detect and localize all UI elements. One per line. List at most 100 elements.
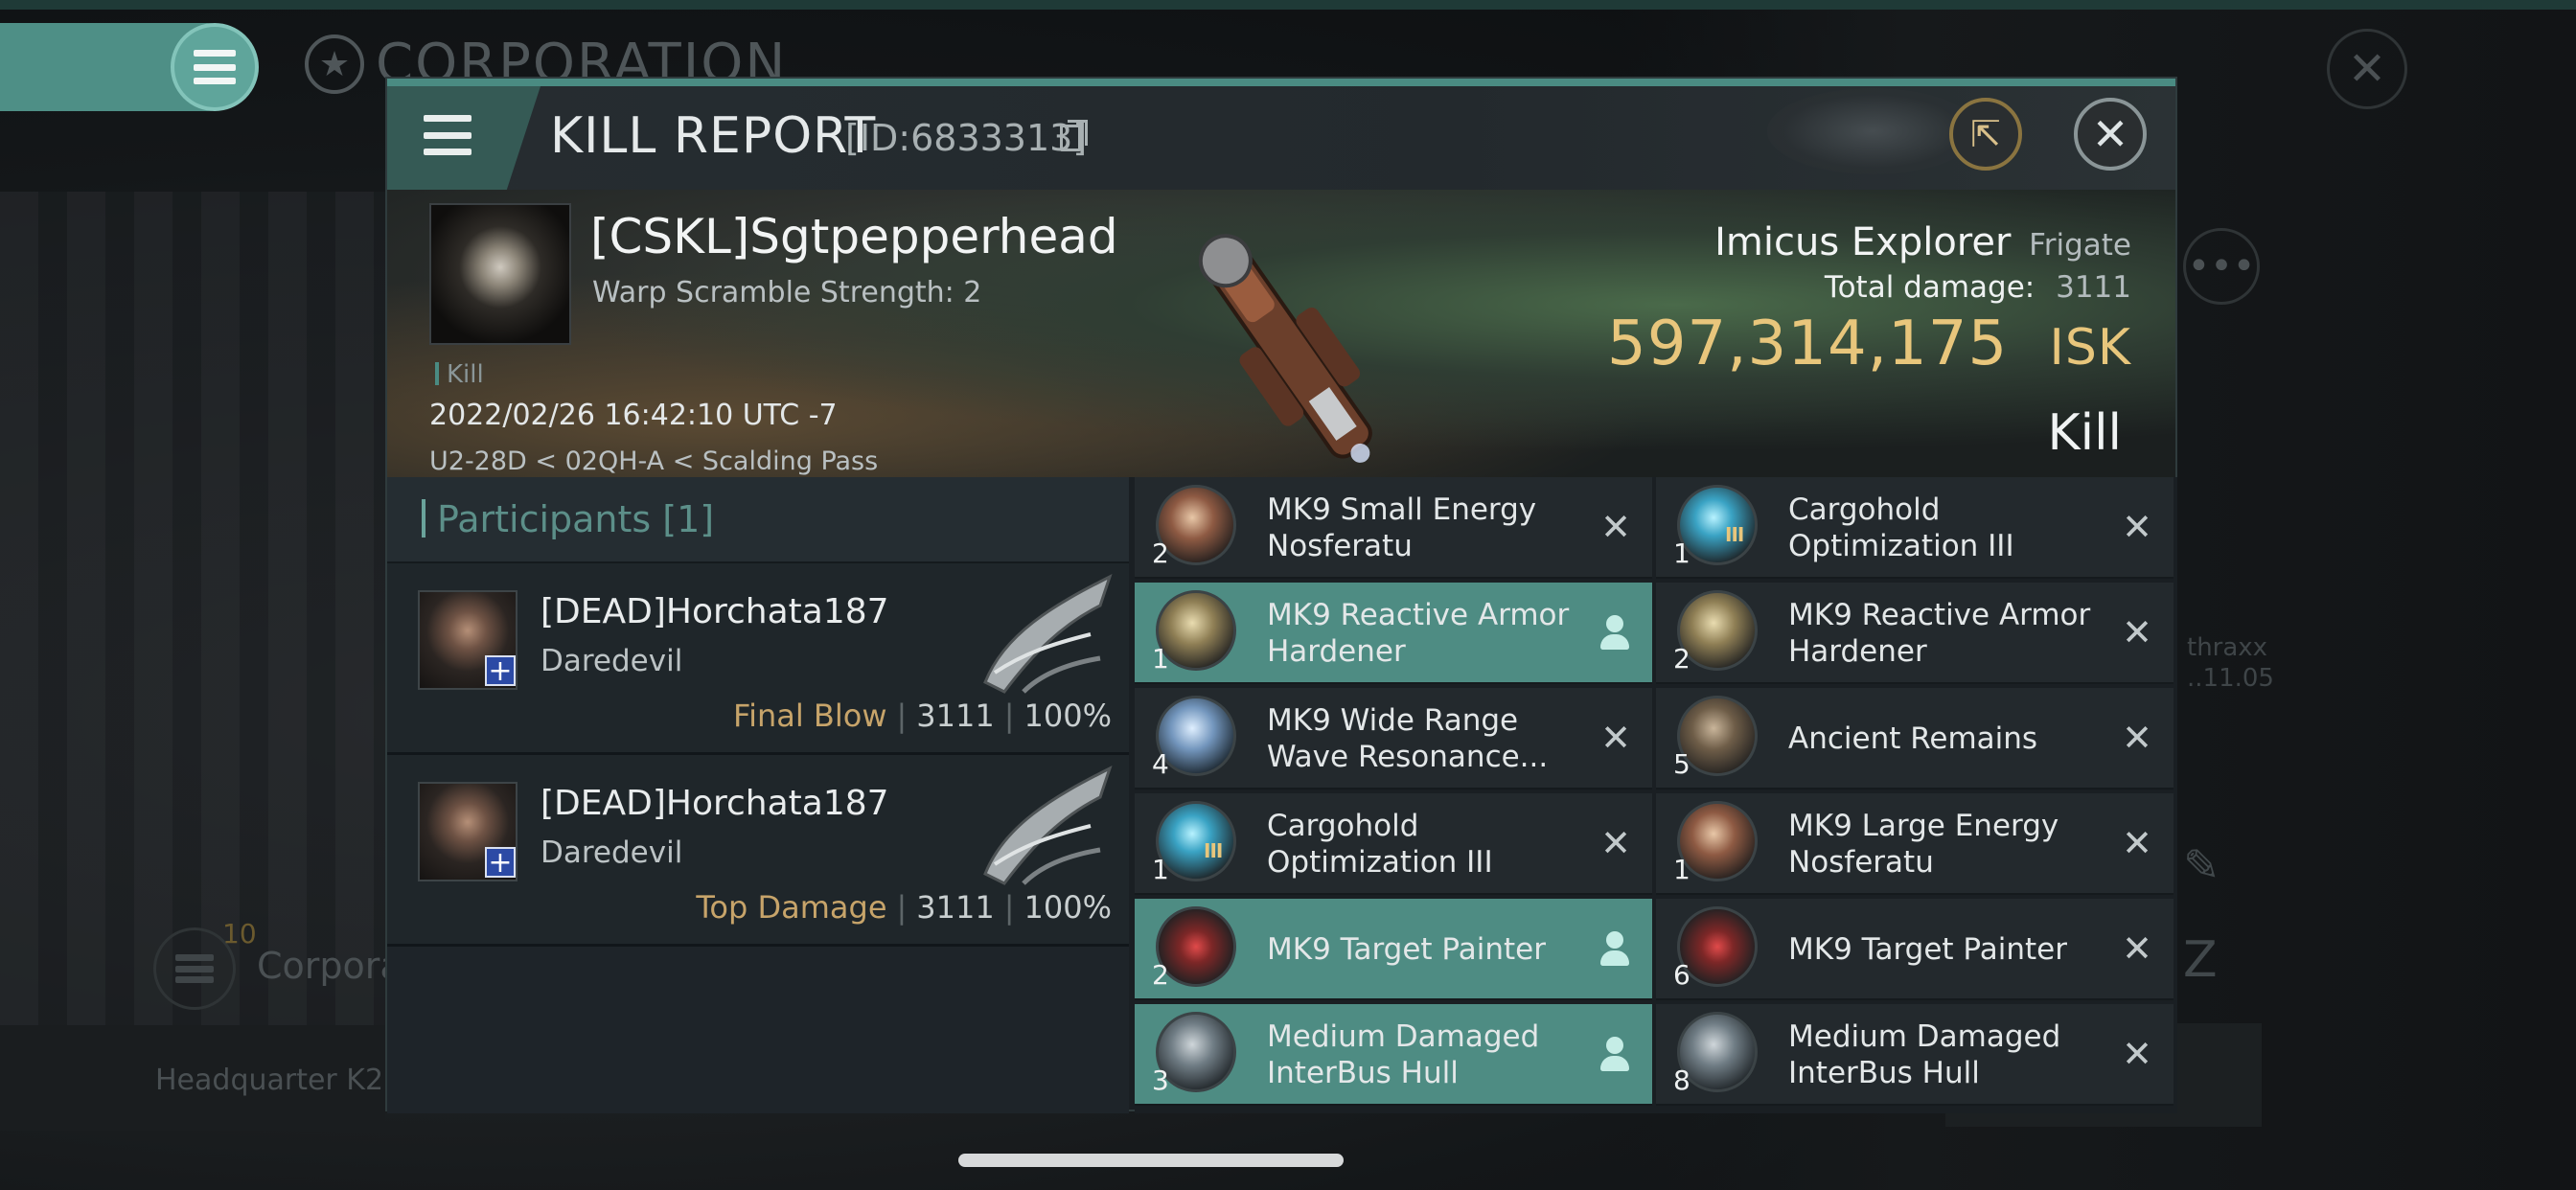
main-menu-button[interactable] xyxy=(171,23,259,111)
destroyed-icon: ✕ xyxy=(2122,506,2152,548)
victim-portrait[interactable] xyxy=(429,203,571,345)
destroyed-icon: ✕ xyxy=(2122,611,2152,653)
item-name: MK9 Large Energy Nosferatu xyxy=(1788,809,2059,880)
attacker-tag: Top Damage xyxy=(696,889,887,926)
item-name: Medium Damaged InterBus Hull xyxy=(1267,1019,1540,1090)
share-icon: ⇱ xyxy=(1970,113,2001,155)
destroyed-icon: ✕ xyxy=(2122,927,2152,970)
person-icon xyxy=(1598,1037,1631,1075)
edit-icon[interactable]: ✎ xyxy=(2183,839,2220,891)
corporation-count: 10 xyxy=(222,918,257,950)
item-name: MK9 Target Painter xyxy=(1788,932,2067,967)
background-side-text: thraxx ..11.05 xyxy=(2187,632,2274,694)
ship-image xyxy=(1198,234,1372,463)
item-row[interactable]: 2 MK9 Reactive Armor Hardener ✕ xyxy=(1656,583,2174,684)
item-row[interactable]: 6 MK9 Target Painter ✕ xyxy=(1656,899,2174,1000)
item-row[interactable]: III 1 Cargohold Optimization III ✕ xyxy=(1135,793,1652,895)
participant-row[interactable]: + [DEAD]Horchata187 Daredevil Top Damage… xyxy=(387,755,1129,947)
total-damage-line: Total damage: 3111 xyxy=(1825,270,2131,305)
item-name: MK9 Wide Range Wave Resonance... xyxy=(1267,703,1549,774)
item-name: MK9 Reactive Armor Hardener xyxy=(1788,598,2091,669)
participant-row[interactable]: + [DEAD]Horchata187 Daredevil Final Blow… xyxy=(387,563,1129,755)
attacker-ship: Daredevil xyxy=(540,835,683,870)
item-name: MK9 Small Energy Nosferatu xyxy=(1267,492,1537,563)
sleep-settings-icon[interactable]: Z xyxy=(2183,931,2218,989)
attacker-tag: Final Blow xyxy=(733,698,887,734)
destroyed-icon: ✕ xyxy=(2122,717,2152,759)
destroyed-icon: ✕ xyxy=(2122,822,2152,864)
warp-scramble-strength: Warp Scramble Strength: 2 xyxy=(592,276,982,309)
plus-icon[interactable]: + xyxy=(485,847,516,878)
side-text-1: thraxx xyxy=(2187,633,2268,662)
background-close-icon[interactable]: ✕ xyxy=(2327,29,2407,109)
item-quantity: 1 xyxy=(1152,854,1169,885)
share-button[interactable]: ⇱ xyxy=(1949,98,2022,171)
destroyed-icon: ✕ xyxy=(1600,506,1631,548)
item-quantity: 2 xyxy=(1152,538,1169,569)
victim-name[interactable]: [CSKL]Sgtpepperhead xyxy=(590,209,1118,264)
item-row[interactable]: 1 MK9 Reactive Armor Hardener xyxy=(1135,583,1652,684)
header-decoration xyxy=(1767,88,1978,174)
item-quantity: 8 xyxy=(1673,1064,1690,1096)
isk-unit: ISK xyxy=(2049,319,2131,377)
headquarter-label: Headquarter K25 xyxy=(155,1064,402,1097)
star-icon: ★ xyxy=(305,34,364,94)
kill-datetime: 2022/02/26 16:42:10 UTC -7 xyxy=(429,399,838,432)
window-title: KILL REPORT xyxy=(550,107,877,165)
item-name: Cargohold Optimization III xyxy=(1788,492,2014,563)
item-row[interactable]: 3 Medium Damaged InterBus Hull xyxy=(1135,1004,1652,1106)
attacker-percent: 100% xyxy=(1024,889,1112,926)
menu-icon[interactable] xyxy=(424,115,472,155)
item-row[interactable]: 8 Medium Damaged InterBus Hull ✕ xyxy=(1656,1004,2174,1106)
item-row[interactable]: III 1 Cargohold Optimization III ✕ xyxy=(1656,477,2174,579)
kill-id: [ID:6833313] xyxy=(845,117,1088,159)
item-quantity: 6 xyxy=(1673,959,1690,991)
total-damage-value: 3111 xyxy=(2056,270,2131,305)
corporation-label: Corpora xyxy=(257,945,402,987)
attacker-name: [DEAD]Horchata187 xyxy=(540,784,889,823)
items-grid: 2 MK9 Small Energy Nosferatu ✕ III 1 Car… xyxy=(1135,477,2177,1113)
plus-icon[interactable]: + xyxy=(485,655,516,686)
window-accent-bar xyxy=(387,79,2175,86)
attacker-damage: 3111 xyxy=(916,889,995,926)
item-row[interactable]: 2 MK9 Target Painter xyxy=(1135,899,1652,1000)
participants-header[interactable]: Participants [1] xyxy=(387,477,1129,563)
total-damage-label: Total damage: xyxy=(1824,270,2036,305)
item-row[interactable]: 5 Ancient Remains ✕ xyxy=(1656,688,2174,790)
ship-class: Frigate xyxy=(2029,228,2131,263)
kill-result: Kill xyxy=(2047,404,2122,462)
side-text-2: ..11.05 xyxy=(2187,664,2274,693)
item-quantity: 3 xyxy=(1152,1064,1169,1096)
attacker-ship-image xyxy=(983,574,1113,694)
item-row[interactable]: 1 MK9 Large Energy Nosferatu ✕ xyxy=(1656,793,2174,895)
item-quantity: 5 xyxy=(1673,748,1690,780)
item-quantity: 2 xyxy=(1673,643,1690,675)
item-name: Ancient Remains xyxy=(1788,721,2038,756)
person-icon xyxy=(1598,931,1631,970)
kill-location[interactable]: U2-28D < 02QH-A < Scalding Pass xyxy=(429,446,878,476)
participants-title: Participants [1] xyxy=(422,498,714,540)
item-name: MK9 Target Painter xyxy=(1267,932,1546,967)
item-row[interactable]: 2 MK9 Small Energy Nosferatu ✕ xyxy=(1135,477,1652,579)
tech-level-icon: III xyxy=(1725,523,1744,546)
list-icon xyxy=(175,954,214,983)
attacker-ship-image xyxy=(983,766,1113,885)
more-options-icon[interactable]: ••• xyxy=(2183,228,2260,305)
close-button[interactable]: ✕ xyxy=(2074,98,2147,171)
ship-name: Imicus Explorer xyxy=(1714,220,2012,264)
ship-name-line[interactable]: Imicus Explorer Frigate xyxy=(1714,220,2131,264)
attacker-stats: Final Blow | 3111 | 100% xyxy=(733,698,1112,734)
isk-value: 597,314,175 xyxy=(1607,309,2009,379)
top-accent-line xyxy=(0,0,2576,10)
station-scenery xyxy=(0,192,402,1054)
attacker-name: [DEAD]Horchata187 xyxy=(540,592,889,631)
item-row[interactable]: 4 MK9 Wide Range Wave Resonance... ✕ xyxy=(1135,688,1652,790)
copy-icon[interactable] xyxy=(1060,120,1088,151)
home-indicator[interactable] xyxy=(958,1154,1344,1167)
item-name: Medium Damaged InterBus Hull xyxy=(1788,1019,2061,1090)
destroyed-icon: ✕ xyxy=(1600,717,1631,759)
item-quantity: 2 xyxy=(1152,959,1169,991)
attacker-ship: Daredevil xyxy=(540,644,683,678)
item-quantity: 1 xyxy=(1152,643,1169,675)
item-name: Cargohold Optimization III xyxy=(1267,809,1493,880)
